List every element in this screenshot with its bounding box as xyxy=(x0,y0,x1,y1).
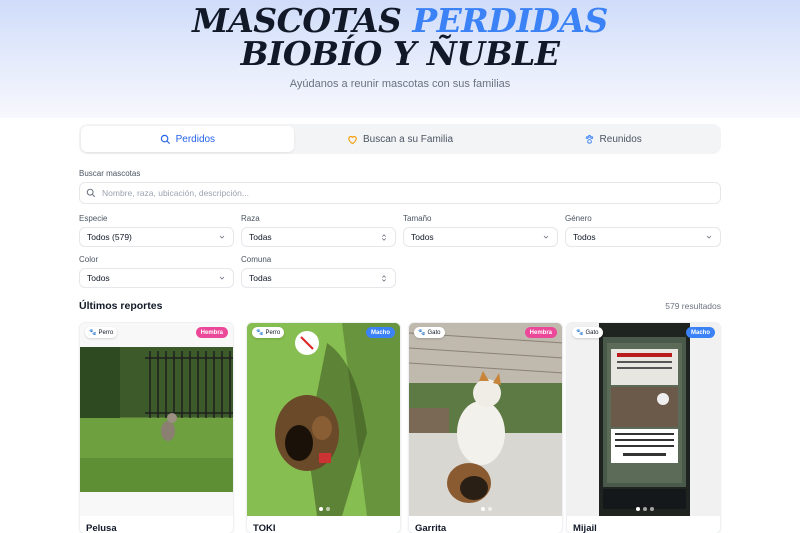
chevron-down-icon xyxy=(706,235,712,239)
hero-title-line-2: BIOBÍO Y ÑUBLE xyxy=(240,34,560,73)
sex-badge: Macho xyxy=(685,327,715,338)
carousel-dot[interactable] xyxy=(481,507,485,511)
pet-card-toki[interactable]: 🐾 Perro Macho TOKI xyxy=(246,322,401,533)
chevron-down-icon xyxy=(219,235,225,239)
comuna-select[interactable]: Todas xyxy=(241,268,396,288)
chevron-down-icon xyxy=(543,235,549,239)
species-label: Perro xyxy=(265,329,281,336)
filter-label-raza: Raza xyxy=(241,214,260,223)
results-count: 579 resultados xyxy=(665,301,721,311)
heart-icon xyxy=(348,135,357,144)
pet-photo xyxy=(567,323,720,516)
raza-select[interactable]: Todas xyxy=(241,227,396,247)
tab-label: Perdidos xyxy=(175,133,216,145)
sex-badge: Macho xyxy=(365,327,395,338)
carousel-dots xyxy=(409,507,562,511)
paw-icon: 🐾 xyxy=(576,330,584,336)
carousel-dots xyxy=(567,507,720,511)
chevron-up-down-icon xyxy=(382,274,386,282)
color-select[interactable]: Todos xyxy=(79,268,234,288)
carousel-dot[interactable] xyxy=(319,507,323,511)
hero-subtitle: Ayúdanos a reunir mascotas con sus famil… xyxy=(289,78,511,90)
carousel-dot[interactable] xyxy=(635,507,640,511)
tab-reunidos[interactable]: Reunidos xyxy=(506,126,719,152)
pet-card-mijail[interactable]: 🐾 Gato Macho Mijail xyxy=(566,322,721,533)
sex-badge: Hembra xyxy=(524,327,557,338)
pet-name: TOKI xyxy=(253,523,276,533)
filter-label-genero: Género xyxy=(565,214,592,223)
search-label: Buscar mascotas xyxy=(79,169,141,178)
paw-icon: 🐾 xyxy=(418,330,426,336)
tab-label: Buscan a su Familia xyxy=(362,133,454,145)
tab-label: Reunidos xyxy=(599,133,642,145)
genero-select[interactable]: Todos xyxy=(565,227,721,247)
search-icon xyxy=(86,188,96,198)
pet-photo xyxy=(247,323,400,516)
carousel-dot[interactable] xyxy=(326,507,330,511)
species-label: Gato xyxy=(427,329,441,336)
chevron-up-down-icon xyxy=(382,233,386,241)
pet-name: Garrita xyxy=(415,523,447,533)
filter-label-especie: Especie xyxy=(79,214,108,223)
species-badge: 🐾 Perro xyxy=(252,327,285,338)
pet-photo xyxy=(409,323,562,516)
pet-card-garrita[interactable]: 🐾 Gato Hembra Garrita xyxy=(408,322,563,533)
select-value: Todas xyxy=(249,232,272,242)
species-label: Perro xyxy=(98,329,114,336)
especie-select[interactable]: Todos (579) xyxy=(79,227,234,247)
tab-buscan-a-su-familia[interactable]: Buscan a su Familia xyxy=(294,126,507,152)
species-badge: 🐾 Gato xyxy=(572,327,603,338)
paw-icon: 🐾 xyxy=(89,330,97,336)
pet-name: Pelusa xyxy=(86,523,117,533)
carousel-dots xyxy=(247,507,400,511)
sex-badge: Hembra xyxy=(195,327,228,338)
tab-perdidos[interactable]: Perdidos xyxy=(81,126,294,152)
carousel-dot[interactable] xyxy=(649,507,654,511)
hero-banner: MASCOTAS PERDIDAS BIOBÍO Y ÑUBLE Ayúdano… xyxy=(0,0,800,118)
paw-icon: 🐾 xyxy=(256,330,264,336)
carousel-dot[interactable] xyxy=(642,507,647,511)
tamano-select[interactable]: Todos xyxy=(403,227,558,247)
search-icon xyxy=(160,134,170,144)
tab-bar: Perdidos Buscan a su Familia Reunidos xyxy=(79,124,721,154)
species-badge: 🐾 Gato xyxy=(414,327,445,338)
search-input[interactable] xyxy=(102,188,720,198)
select-value: Todos xyxy=(411,232,434,242)
pet-card-pelusa[interactable]: 🐾 Perro Hembra Pelusa xyxy=(79,322,234,533)
select-value: Todas xyxy=(249,273,272,283)
search-box xyxy=(79,182,721,204)
filter-label-color: Color xyxy=(79,255,99,264)
paw-icon xyxy=(585,134,593,144)
select-value: Todos xyxy=(573,232,596,242)
species-badge: 🐾 Perro xyxy=(85,327,118,338)
chevron-down-icon xyxy=(219,276,225,280)
section-title: Últimos reportes xyxy=(79,300,163,312)
hero-title-line-1: MASCOTAS PERDIDAS xyxy=(0,4,800,38)
carousel-dot[interactable] xyxy=(488,507,492,511)
filter-label-comuna: Comuna xyxy=(241,255,272,264)
select-value: Todos xyxy=(87,273,110,283)
pet-name: Mijail xyxy=(573,523,597,533)
pet-photo xyxy=(80,323,233,516)
select-value: Todos (579) xyxy=(87,232,132,242)
filter-label-tamano: Tamaño xyxy=(403,214,432,223)
species-label: Gato xyxy=(585,329,599,336)
